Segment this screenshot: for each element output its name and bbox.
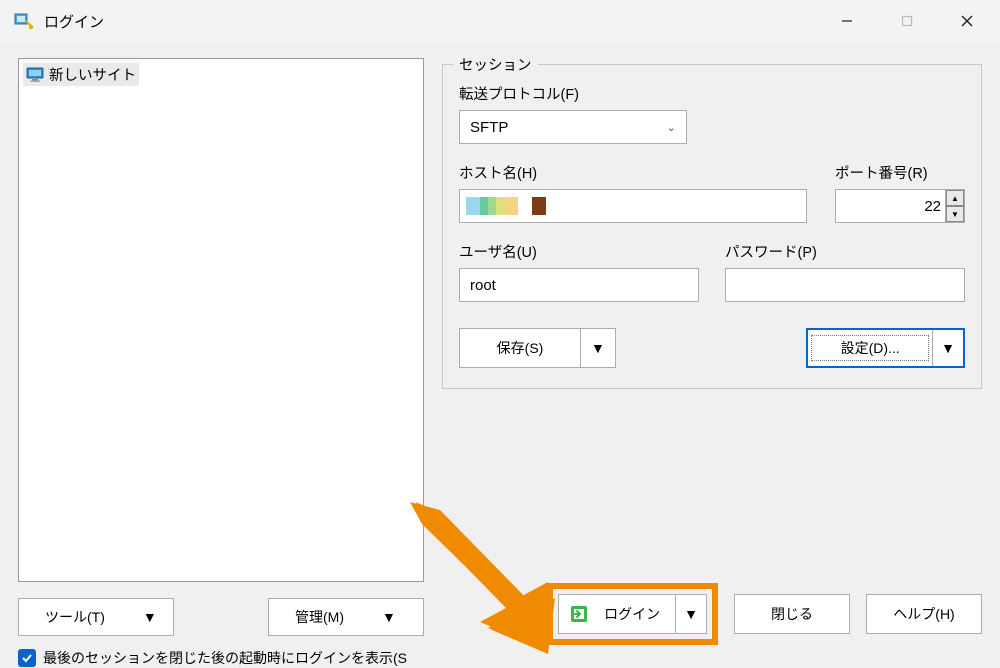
session-legend: セッション <box>453 54 538 75</box>
right-column: セッション 転送プロトコル(F) SFTP ⌄ ホスト名(H) <box>442 58 982 663</box>
help-button-label: ヘルプ(H) <box>893 604 954 624</box>
save-button-label: 保存(S) <box>460 338 580 358</box>
manage-button-label: 管理(M) <box>269 607 370 627</box>
dropdown-caret-icon: ▼ <box>131 609 169 625</box>
close-dialog-label: 閉じる <box>771 604 813 624</box>
minimize-button[interactable] <box>830 6 864 36</box>
app-icon <box>14 11 34 31</box>
host-redacted-blocks <box>466 197 546 215</box>
help-button[interactable]: ヘルプ(H) <box>866 594 982 634</box>
dropdown-caret-icon[interactable]: ▼ <box>933 340 963 356</box>
user-pass-row: ユーザ名(U) root パスワード(P) <box>459 241 965 302</box>
password-input[interactable] <box>725 268 965 302</box>
tools-button-label: ツール(T) <box>19 607 131 627</box>
title-bar-left: ログイン <box>14 11 104 32</box>
session-group: セッション 転送プロトコル(F) SFTP ⌄ ホスト名(H) <box>442 64 982 389</box>
port-label: ポート番号(R) <box>835 162 965 183</box>
title-bar: ログイン <box>0 0 1000 42</box>
site-list[interactable]: 新しいサイト <box>18 58 424 582</box>
bottom-button-row: ログイン ▼ 閉じる ヘルプ(H) <box>547 583 982 645</box>
site-item-new[interactable]: 新しいサイト <box>23 63 139 86</box>
client-area: 新しいサイト ツール(T) ▼ 管理(M) ▼ 最後のセッションを閉じた後の起動… <box>0 42 1000 663</box>
login-button-label: ログイン <box>589 604 675 624</box>
dropdown-caret-icon: ▼ <box>370 609 408 625</box>
site-monitor-icon <box>26 67 44 83</box>
window-title: ログイン <box>44 11 104 32</box>
left-button-row: ツール(T) ▼ 管理(M) ▼ <box>18 598 424 636</box>
username-label: ユーザ名(U) <box>459 241 699 262</box>
dropdown-caret-icon[interactable]: ▼ <box>581 340 615 356</box>
password-label: パスワード(P) <box>725 241 965 262</box>
protocol-row: 転送プロトコル(F) SFTP ⌄ <box>459 83 965 144</box>
port-input[interactable]: 22 ▲ ▼ <box>835 189 965 223</box>
advanced-settings-button[interactable]: 設定(D)... ▼ <box>806 328 965 368</box>
host-label: ホスト名(H) <box>459 162 807 183</box>
title-bar-controls <box>830 6 994 36</box>
checkbox-icon[interactable] <box>18 649 36 667</box>
host-column: ホスト名(H) <box>459 162 807 223</box>
spinner-down-icon[interactable]: ▼ <box>946 206 964 222</box>
host-port-row: ホスト名(H) ポート番号(R) <box>459 162 965 223</box>
show-login-checkbox-label: 最後のセッションを閉じた後の起動時にログインを表示(S <box>43 648 407 668</box>
save-button[interactable]: 保存(S) ▼ <box>459 328 616 368</box>
login-icon <box>569 604 589 624</box>
spinner-up-icon[interactable]: ▲ <box>946 190 964 206</box>
tools-button[interactable]: ツール(T) ▼ <box>18 598 174 636</box>
save-settings-row: 保存(S) ▼ 設定(D)... ▼ <box>459 328 965 368</box>
username-input[interactable]: root <box>459 268 699 302</box>
chevron-down-icon: ⌄ <box>667 121 676 134</box>
protocol-label: 転送プロトコル(F) <box>459 83 965 104</box>
password-column: パスワード(P) <box>725 241 965 302</box>
left-column: 新しいサイト ツール(T) ▼ 管理(M) ▼ 最後のセッションを閉じた後の起動… <box>18 58 424 663</box>
port-column: ポート番号(R) 22 ▲ ▼ <box>835 162 965 223</box>
advanced-settings-label: 設定(D)... <box>811 335 929 361</box>
protocol-value: SFTP <box>470 119 508 136</box>
login-button[interactable]: ログイン ▼ <box>558 594 707 634</box>
username-value: root <box>470 277 496 294</box>
port-spinner[interactable]: ▲ ▼ <box>945 190 964 222</box>
port-value: 22 <box>844 198 945 215</box>
protocol-select[interactable]: SFTP ⌄ <box>459 110 687 144</box>
host-input[interactable] <box>459 189 807 223</box>
username-column: ユーザ名(U) root <box>459 241 699 302</box>
site-item-label: 新しいサイト <box>49 64 136 85</box>
maximize-button[interactable] <box>890 6 924 36</box>
dropdown-caret-icon[interactable]: ▼ <box>676 606 706 622</box>
show-login-checkbox-row[interactable]: 最後のセッションを閉じた後の起動時にログインを表示(S <box>18 648 424 668</box>
manage-button[interactable]: 管理(M) ▼ <box>268 598 424 636</box>
close-button[interactable] <box>950 6 984 36</box>
login-highlight-annotation: ログイン ▼ <box>547 583 718 645</box>
close-dialog-button[interactable]: 閉じる <box>734 594 850 634</box>
